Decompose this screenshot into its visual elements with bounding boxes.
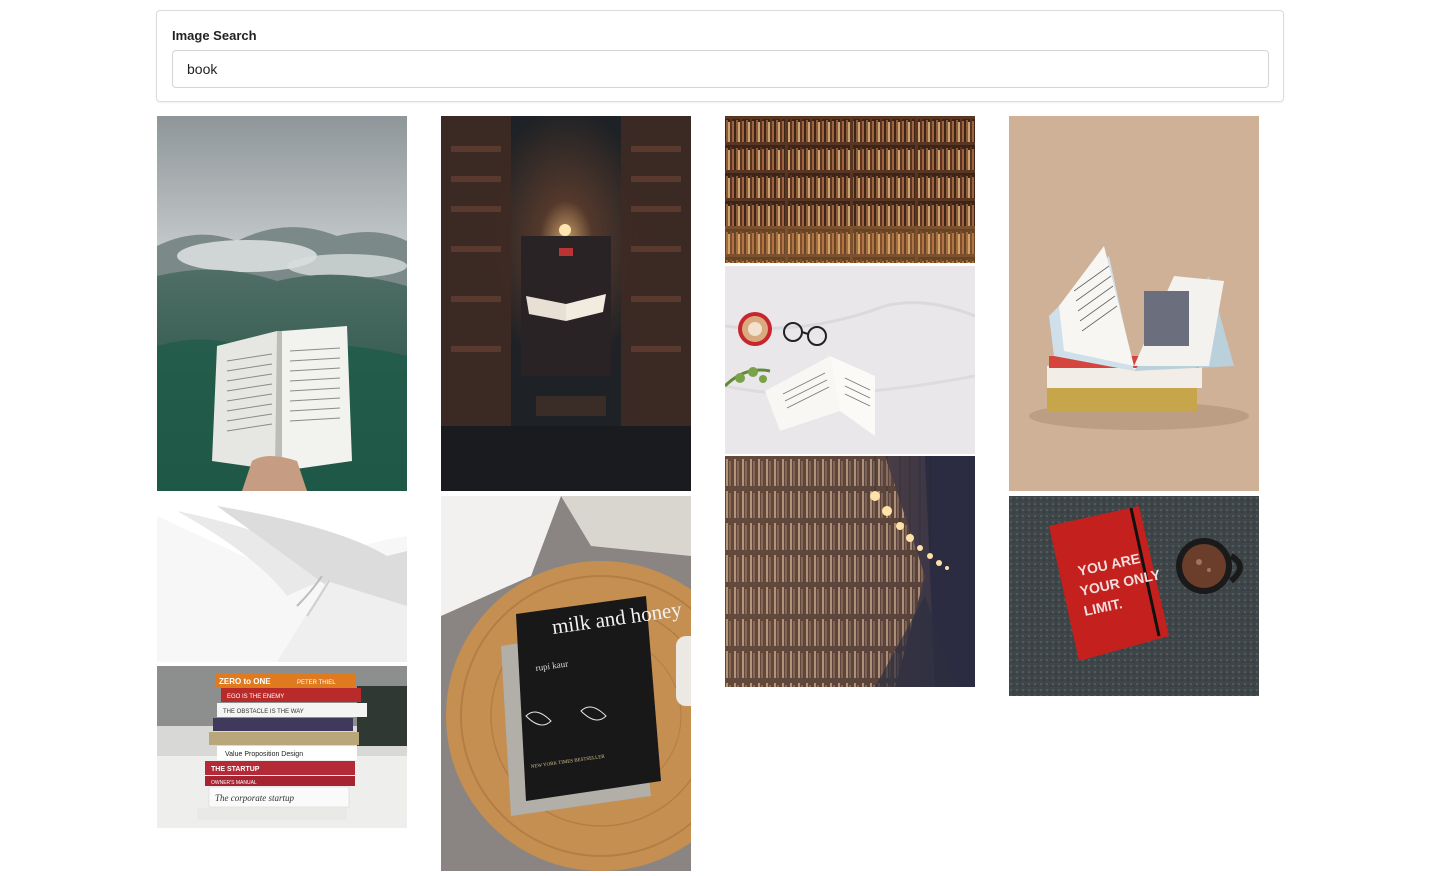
result-image-10[interactable]: YOU ARE YOUR ONLY LIMIT. [1009, 496, 1259, 696]
book-stack-photo: ZERO to ONE PETER THIEL EGO IS THE ENEMY… [157, 666, 407, 828]
svg-text:PETER THIEL: PETER THIEL [297, 680, 336, 686]
svg-text:THE STARTUP: THE STARTUP [211, 766, 260, 773]
white-pages-photo [157, 496, 407, 662]
svg-text:THE OBSTACLE IS THE WAY: THE OBSTACLE IS THE WAY [223, 709, 304, 715]
library-shelves-photo [725, 116, 975, 263]
search-panel: Image Search [156, 10, 1284, 102]
result-image-2[interactable] [157, 496, 407, 662]
library-aisle-photo [725, 456, 975, 687]
red-notebook-photo: YOU ARE YOUR ONLY LIMIT. [1009, 496, 1259, 696]
floating-book-bookstore-photo [441, 116, 691, 491]
result-image-8[interactable] [725, 456, 975, 687]
result-image-3[interactable]: ZERO to ONE PETER THIEL EGO IS THE ENEMY… [157, 666, 407, 828]
result-image-5[interactable]: milk and honey rupi kaur NEW YORK TIMES … [441, 496, 691, 871]
search-input[interactable] [172, 50, 1269, 88]
svg-text:Value Proposition Design: Value Proposition Design [225, 751, 303, 758]
svg-text:EGO IS THE ENEMY: EGO IS THE ENEMY [227, 694, 284, 700]
result-image-4[interactable] [441, 116, 691, 491]
magazine-book-stack-photo [1009, 116, 1259, 491]
milk-and-honey-photo: milk and honey rupi kaur NEW YORK TIMES … [441, 496, 691, 871]
result-image-9[interactable] [1009, 116, 1259, 491]
misty-mountain-book-photo [157, 116, 407, 491]
result-image-1[interactable] [157, 116, 407, 491]
svg-text:The corporate startup: The corporate startup [215, 793, 295, 803]
search-label: Image Search [172, 28, 257, 43]
result-image-6[interactable] [725, 116, 975, 263]
svg-text:ZERO to ONE: ZERO to ONE [219, 677, 271, 686]
book-coffee-glasses-photo [725, 266, 975, 454]
svg-text:OWNER'S MANUAL: OWNER'S MANUAL [211, 780, 257, 786]
result-image-7[interactable] [725, 266, 975, 454]
